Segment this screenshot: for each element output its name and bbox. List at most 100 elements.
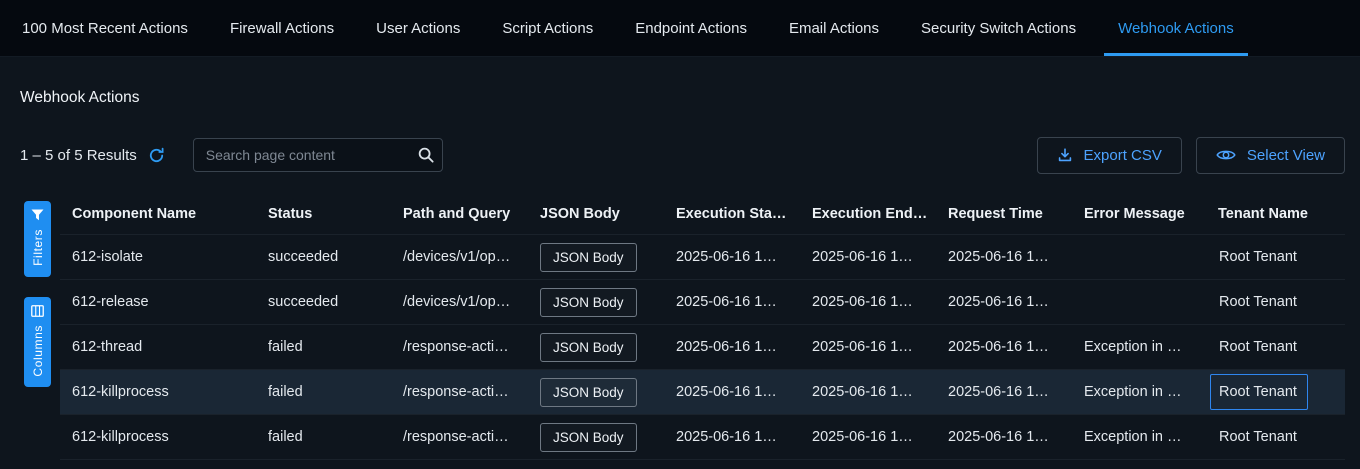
columns-button[interactable]: Columns (24, 297, 51, 388)
content-area: Filters Columns Component NameStatusPath… (0, 193, 1360, 460)
filter-funnel-icon (31, 209, 44, 221)
cell-json-body: JSON Body (528, 378, 664, 407)
cell-path-and-query: /devices/v1/op… (391, 249, 528, 265)
side-panel-buttons: Filters Columns (0, 193, 60, 460)
tab-script-actions[interactable]: Script Actions (502, 0, 593, 56)
cell-json-body: JSON Body (528, 333, 664, 362)
cell-request-time: 2025-06-16 1… (936, 339, 1072, 355)
column-header-request-time[interactable]: Request Time (936, 206, 1072, 222)
cell-execution-end: 2025-06-16 1… (800, 249, 936, 265)
select-view-button[interactable]: Select View (1196, 137, 1345, 174)
tenant-name-value: Root Tenant (1210, 419, 1308, 455)
json-body-button[interactable]: JSON Body (540, 333, 637, 362)
cell-tenant-name: Root Tenant (1206, 374, 1345, 410)
cell-request-time: 2025-06-16 1… (936, 429, 1072, 445)
cell-error-message: Exception in … (1072, 339, 1206, 355)
cell-status: failed (256, 339, 391, 355)
cell-component-name: 612-killprocess (60, 384, 256, 400)
json-body-button[interactable]: JSON Body (540, 378, 637, 407)
cell-tenant-name: Root Tenant (1206, 419, 1345, 455)
column-header-path-and-query[interactable]: Path and Query (391, 206, 528, 222)
cell-execution-start: 2025-06-16 1… (664, 249, 800, 265)
column-header-json-body[interactable]: JSON Body (528, 206, 664, 222)
cell-execution-start: 2025-06-16 1… (664, 294, 800, 310)
column-header-error-message[interactable]: Error Message (1072, 206, 1206, 222)
cell-error-message: Exception in … (1072, 384, 1206, 400)
cell-json-body: JSON Body (528, 288, 664, 317)
json-body-button[interactable]: JSON Body (540, 288, 637, 317)
page-title: Webhook Actions (20, 89, 1360, 107)
json-body-button[interactable]: JSON Body (540, 423, 637, 452)
cell-tenant-name: Root Tenant (1206, 239, 1345, 275)
cell-component-name: 612-release (60, 294, 256, 310)
cell-execution-end: 2025-06-16 1… (800, 429, 936, 445)
cell-request-time: 2025-06-16 1… (936, 249, 1072, 265)
tab-100-most-recent-actions[interactable]: 100 Most Recent Actions (22, 0, 188, 56)
table-row[interactable]: 612-thread failed /response-acti… JSON B… (60, 325, 1345, 370)
table-row[interactable]: 612-release succeeded /devices/v1/op… JS… (60, 280, 1345, 325)
cell-execution-start: 2025-06-16 1… (664, 339, 800, 355)
column-header-tenant-name[interactable]: Tenant Name (1206, 206, 1345, 222)
tenant-name-value: Root Tenant (1210, 329, 1308, 365)
export-csv-button[interactable]: Export CSV (1037, 137, 1182, 174)
filters-label: Filters (31, 229, 45, 266)
tenant-name-value: Root Tenant (1210, 239, 1308, 275)
cell-status: failed (256, 429, 391, 445)
search-icon (417, 146, 435, 164)
cell-json-body: JSON Body (528, 423, 664, 452)
cell-path-and-query: /response-acti… (391, 384, 528, 400)
cell-error-message: Exception in … (1072, 429, 1206, 445)
tenant-name-value: Root Tenant (1210, 284, 1308, 320)
table-row[interactable]: 612-killprocess failed /response-acti… J… (60, 370, 1345, 415)
results-count-group: 1 – 5 of 5 Results (20, 147, 165, 164)
cell-path-and-query: /response-acti… (391, 339, 528, 355)
cell-component-name: 612-isolate (60, 249, 256, 265)
cell-status: succeeded (256, 294, 391, 310)
refresh-button[interactable] (148, 147, 165, 164)
tab-firewall-actions[interactable]: Firewall Actions (230, 0, 334, 56)
tab-user-actions[interactable]: User Actions (376, 0, 460, 56)
cell-path-and-query: /response-acti… (391, 429, 528, 445)
cell-component-name: 612-thread (60, 339, 256, 355)
column-header-execution-sta[interactable]: Execution Sta… (664, 206, 800, 222)
tab-endpoint-actions[interactable]: Endpoint Actions (635, 0, 747, 56)
cell-request-time: 2025-06-16 1… (936, 294, 1072, 310)
cell-json-body: JSON Body (528, 243, 664, 272)
search-input[interactable] (193, 138, 443, 172)
json-body-button[interactable]: JSON Body (540, 243, 637, 272)
actions-tab-bar: 100 Most Recent Actions Firewall Actions U… (0, 0, 1360, 57)
filters-button[interactable]: Filters (24, 201, 51, 277)
table-row[interactable]: 612-isolate succeeded /devices/v1/op… JS… (60, 235, 1345, 280)
cell-execution-start: 2025-06-16 1… (664, 429, 800, 445)
toolbar: 1 – 5 of 5 Results Export CSV (20, 137, 1345, 173)
column-header-execution-end[interactable]: Execution End… (800, 206, 936, 222)
search-box (193, 138, 443, 172)
results-count: 1 – 5 of 5 Results (20, 147, 137, 164)
cell-execution-start: 2025-06-16 1… (664, 384, 800, 400)
cell-execution-end: 2025-06-16 1… (800, 384, 936, 400)
cell-request-time: 2025-06-16 1… (936, 384, 1072, 400)
cell-path-and-query: /devices/v1/op… (391, 294, 528, 310)
eye-icon (1216, 148, 1236, 162)
download-icon (1057, 147, 1073, 163)
cell-status: succeeded (256, 249, 391, 265)
table-body: 612-isolate succeeded /devices/v1/op… JS… (60, 235, 1345, 460)
refresh-icon (148, 147, 165, 164)
toolbar-actions: Export CSV Select View (1037, 137, 1345, 174)
cell-tenant-name: Root Tenant (1206, 284, 1345, 320)
export-csv-label: Export CSV (1084, 147, 1162, 164)
column-header-component-name[interactable]: Component Name (60, 206, 256, 222)
column-header-status[interactable]: Status (256, 206, 391, 222)
search-submit-button[interactable] (417, 146, 435, 164)
select-view-label: Select View (1247, 147, 1325, 164)
webhook-actions-table: Component NameStatusPath and QueryJSON B… (60, 193, 1345, 460)
table-columns-icon (31, 305, 44, 317)
table-header-row: Component NameStatusPath and QueryJSON B… (60, 193, 1345, 235)
cell-execution-end: 2025-06-16 1… (800, 294, 936, 310)
tab-webhook-actions[interactable]: Webhook Actions (1118, 0, 1234, 56)
tab-email-actions[interactable]: Email Actions (789, 0, 879, 56)
table-row[interactable]: 612-killprocess failed /response-acti… J… (60, 415, 1345, 460)
cell-tenant-name: Root Tenant (1206, 329, 1345, 365)
tab-security-switch-actions[interactable]: Security Switch Actions (921, 0, 1076, 56)
cell-component-name: 612-killprocess (60, 429, 256, 445)
